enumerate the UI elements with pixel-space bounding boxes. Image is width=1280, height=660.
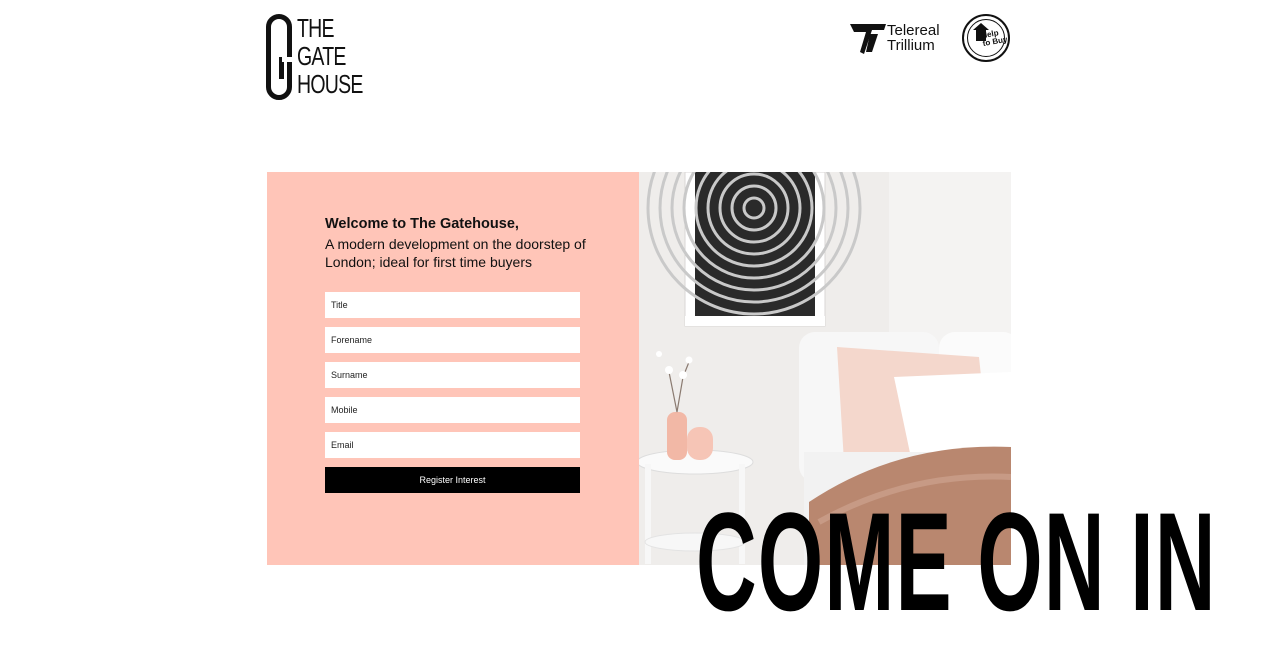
telereal-line-1: Telereal bbox=[887, 22, 940, 39]
telereal-wordmark: Telereal Trillium bbox=[887, 23, 940, 53]
title-input[interactable] bbox=[325, 292, 580, 318]
telereal-logo-icon bbox=[850, 24, 886, 54]
forename-input[interactable] bbox=[325, 327, 580, 353]
welcome-title: Welcome to The Gatehouse, bbox=[325, 216, 519, 232]
help-to-buy-text: Help to Buy bbox=[981, 28, 1008, 48]
telereal-trillium-logo[interactable]: Telereal Trillium bbox=[850, 20, 950, 58]
email-input[interactable] bbox=[325, 432, 580, 458]
register-interest-button[interactable]: Register Interest bbox=[325, 467, 580, 493]
surname-input[interactable] bbox=[325, 362, 580, 388]
registration-panel: Welcome to The Gatehouse, A modern devel… bbox=[267, 172, 639, 565]
brand-wordmark: THE GATE HOUSE bbox=[297, 14, 363, 98]
brand-line-2: GATE bbox=[297, 41, 346, 71]
gatehouse-logo[interactable]: THE GATE HOUSE bbox=[266, 14, 363, 102]
welcome-subtitle: A modern development on the doorstep of … bbox=[325, 236, 586, 270]
mobile-input[interactable] bbox=[325, 397, 580, 423]
brand-line-1: THE bbox=[297, 13, 335, 43]
telereal-line-2: Trillium bbox=[887, 37, 935, 54]
gatehouse-g-logo-icon bbox=[266, 14, 292, 100]
help-to-buy-logo[interactable]: Help to Buy bbox=[962, 14, 1010, 62]
brand-line-3: HOUSE bbox=[297, 69, 363, 99]
come-on-in-headline: COME ON IN bbox=[696, 483, 1217, 640]
